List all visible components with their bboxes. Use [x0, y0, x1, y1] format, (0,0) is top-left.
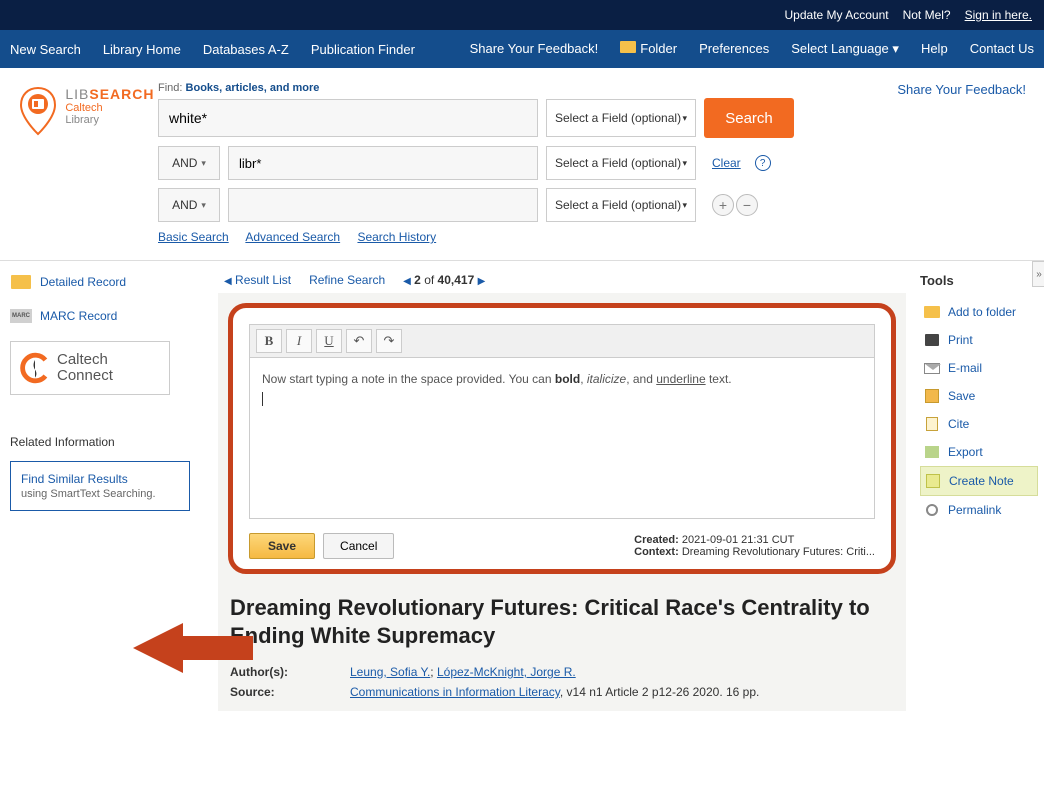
cancel-note-button[interactable]: Cancel [323, 533, 394, 559]
export-icon [925, 446, 939, 458]
tool-email[interactable]: E-mail [920, 354, 1038, 382]
tool-save[interactable]: Save [920, 382, 1038, 410]
advanced-search-link[interactable]: Advanced Search [245, 230, 340, 244]
marc-record-link[interactable]: MARC MARC Record [10, 307, 200, 325]
main-panel: ◀ Result List Refine Search ◀ 2 of 40,41… [210, 261, 914, 711]
add-row-button[interactable]: + [712, 194, 734, 216]
nav-preferences[interactable]: Preferences [699, 41, 769, 57]
save-note-button[interactable]: Save [249, 533, 315, 559]
caltech-connect-button[interactable]: CaltechConnect [10, 341, 170, 395]
help-icon[interactable]: ? [755, 155, 771, 171]
boolean-select-1[interactable]: AND [158, 146, 220, 180]
result-list-link[interactable]: Result List [235, 273, 291, 287]
folder-icon [11, 275, 31, 289]
permalink-icon [924, 502, 941, 519]
find-similar-sub: using SmartText Searching. [21, 488, 179, 500]
main-nav: New Search Library Home Databases A-Z Pu… [0, 30, 1044, 68]
source-label: Source: [230, 685, 350, 699]
search-input-3[interactable] [228, 188, 538, 222]
search-button[interactable]: Search [704, 98, 794, 138]
search-area: Share Your Feedback! LIBSEARCH Caltech L… [0, 68, 1044, 252]
nav-language[interactable]: Select Language ▾ [791, 41, 899, 57]
field-select-2[interactable]: Select a Field (optional) [546, 146, 696, 180]
libsearch-logo[interactable]: LIBSEARCH Caltech Library [18, 82, 158, 244]
tool-create-note[interactable]: Create Note [920, 466, 1038, 496]
note-editor: B I U ↶ ↷ Now start typing a note in the… [249, 324, 875, 519]
author-link-1[interactable]: Leung, Sofia Y. [350, 665, 430, 679]
clear-link[interactable]: Clear [712, 156, 741, 170]
result-pager: ◀ Result List Refine Search ◀ 2 of 40,41… [224, 273, 906, 287]
nav-new-search[interactable]: New Search [10, 42, 81, 57]
field-select-1[interactable]: Select a Field (optional) [546, 99, 696, 137]
related-info-heading: Related Information [10, 435, 200, 449]
record-title: Dreaming Revolutionary Futures: Critical… [230, 594, 894, 649]
next-result-arrow[interactable]: ▶ [478, 276, 486, 287]
logo-pin-icon [18, 86, 58, 136]
tools-panel: » Tools Add to folder Print E-mail Save … [914, 261, 1044, 711]
cite-icon [926, 417, 938, 431]
detailed-record-link[interactable]: Detailed Record [10, 273, 200, 291]
text-cursor [262, 392, 263, 406]
marc-icon: MARC [10, 309, 32, 323]
account-bar: Update My Account Not Mel? Sign in here. [0, 0, 1044, 30]
nav-folder[interactable]: Folder [620, 41, 677, 57]
nav-publication-finder[interactable]: Publication Finder [311, 42, 415, 57]
find-similar-box[interactable]: Find Similar Results using SmartText Sea… [10, 461, 190, 511]
caltech-connect-icon [19, 352, 51, 384]
folder-add-icon [924, 306, 940, 318]
tool-cite[interactable]: Cite [920, 410, 1038, 438]
refine-search-link[interactable]: Refine Search [309, 273, 385, 287]
underline-button[interactable]: U [316, 329, 342, 353]
callout-arrow-icon [133, 618, 253, 678]
search-mode-links: Basic Search Advanced Search Search Hist… [158, 230, 1026, 244]
search-history-link[interactable]: Search History [357, 230, 436, 244]
field-select-3[interactable]: Select a Field (optional) [546, 188, 696, 222]
nav-library-home[interactable]: Library Home [103, 42, 181, 57]
find-label: Find: Books, articles, and more [158, 82, 1026, 94]
nav-feedback[interactable]: Share Your Feedback! [470, 41, 599, 57]
source-value: Communications in Information Literacy, … [350, 685, 894, 699]
editor-toolbar: B I U ↶ ↷ [250, 325, 874, 358]
tool-permalink[interactable]: Permalink [920, 496, 1038, 524]
email-icon [924, 363, 940, 374]
search-input-1[interactable] [158, 99, 538, 137]
author-link-2[interactable]: López-McKnight, Jorge R. [437, 665, 576, 679]
nav-contact[interactable]: Contact Us [970, 41, 1034, 57]
tools-heading: Tools [920, 273, 1038, 288]
undo-button[interactable]: ↶ [346, 329, 372, 353]
tool-print[interactable]: Print [920, 326, 1038, 354]
record-container: B I U ↶ ↷ Now start typing a note in the… [218, 293, 906, 711]
find-similar-link[interactable]: Find Similar Results [21, 472, 128, 486]
folder-icon [620, 41, 636, 53]
expand-tools-tab[interactable]: » [1032, 261, 1044, 287]
note-metadata: Created: 2021-09-01 21:31 CUT Context: D… [634, 534, 875, 558]
not-me-link[interactable]: Not Mel? [903, 8, 951, 22]
print-icon [925, 334, 939, 346]
bold-button[interactable]: B [256, 329, 282, 353]
source-link[interactable]: Communications in Information Literacy [350, 685, 560, 699]
result-position: ◀ 2 of 40,417 ▶ [403, 273, 485, 287]
remove-row-button[interactable]: − [736, 194, 758, 216]
search-input-2[interactable] [228, 146, 538, 180]
note-editor-panel: B I U ↶ ↷ Now start typing a note in the… [228, 303, 896, 574]
feedback-link-side[interactable]: Share Your Feedback! [897, 82, 1026, 97]
basic-search-link[interactable]: Basic Search [158, 230, 229, 244]
italic-button[interactable]: I [286, 329, 312, 353]
nav-databases[interactable]: Databases A-Z [203, 42, 289, 57]
sign-in-link[interactable]: Sign in here. [965, 8, 1032, 22]
save-icon [925, 389, 939, 403]
prev-result-arrow[interactable]: ◀ [403, 276, 411, 287]
note-icon [926, 474, 940, 488]
tool-export[interactable]: Export [920, 438, 1038, 466]
update-account-link[interactable]: Update My Account [785, 8, 889, 22]
redo-button[interactable]: ↷ [376, 329, 402, 353]
boolean-select-2[interactable]: AND [158, 188, 220, 222]
nav-help[interactable]: Help [921, 41, 948, 57]
tool-add-folder[interactable]: Add to folder [920, 298, 1038, 326]
note-textarea[interactable]: Now start typing a note in the space pro… [250, 358, 874, 518]
authors-value: Leung, Sofia Y.; López-McKnight, Jorge R… [350, 665, 894, 679]
